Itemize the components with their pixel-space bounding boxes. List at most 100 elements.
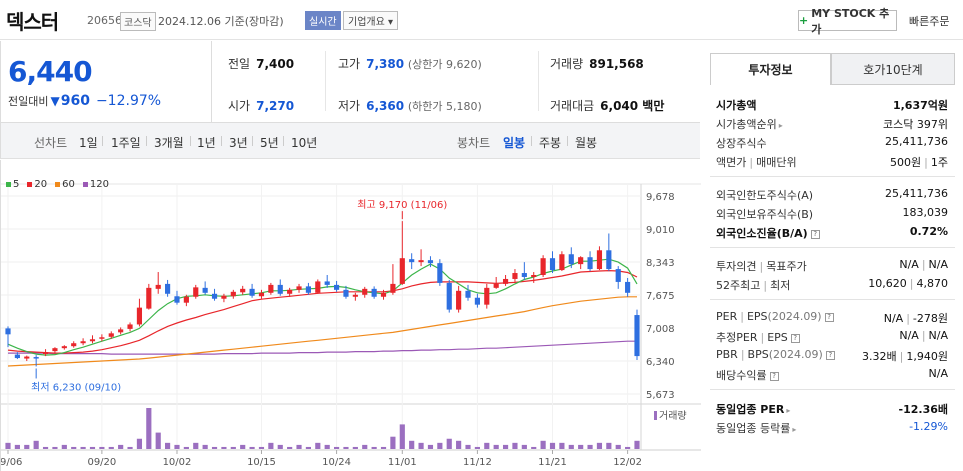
eps-label: EPS — [746, 310, 768, 323]
volume-bar — [80, 446, 86, 449]
volume-bar — [108, 446, 114, 449]
candle-body — [465, 290, 471, 298]
candle-body — [615, 269, 621, 282]
foreign-ratio-value: 0.72% — [909, 225, 948, 238]
legend-item: 120 — [82, 179, 109, 190]
line-chart-label: 선차트 — [34, 136, 68, 150]
help-icon[interactable]: ? — [824, 312, 834, 322]
quote-grid: 전일 7,400 고가 7,380 (상한가 9,620) 거래량 891,568 시… — [212, 41, 700, 123]
foreign-limit-row: 외국인한도주식수(A) 25,411,736 — [716, 187, 948, 203]
volume-bar — [446, 438, 452, 449]
shares-row: 상장주식수 25,411,736 — [716, 135, 948, 151]
volume-bar — [380, 446, 387, 449]
period-5y[interactable]: 5년 — [260, 134, 279, 151]
change-percent: −12.97% — [95, 93, 162, 109]
divider — [102, 136, 103, 146]
high-value: 7,380 — [366, 57, 405, 71]
volume-bar — [465, 444, 471, 449]
volume-bar — [99, 446, 105, 449]
period-weekly[interactable]: 주봉 — [539, 134, 561, 151]
volume-bar — [258, 446, 265, 449]
quick-order-link[interactable]: 빠른주문 — [909, 13, 949, 29]
est-per-value: N/A — [899, 329, 919, 342]
x-tick-label: 09/20 — [87, 457, 116, 468]
candle-body — [230, 291, 236, 297]
add-mystock-button[interactable]: + MY STOCK 추가 — [798, 7, 897, 36]
x-tick-label: 10/02 — [163, 457, 192, 468]
upper-limit-label: (상한가 — [407, 58, 443, 71]
est-eps-label: EPS — [767, 331, 788, 344]
market-cap-rank-row: 시가총액순위 ▸ 코스닥 397위 — [716, 116, 948, 132]
high-price: 고가 7,380 (상한가 9,620) — [338, 55, 482, 72]
div-label: 배당수익률 — [716, 369, 767, 382]
period-monthly[interactable]: 월봉 — [575, 134, 597, 151]
per-row: PER | EPS(2024.09)? N/A | -278원 — [716, 310, 948, 326]
candle-body — [371, 288, 377, 297]
help-icon[interactable]: ? — [790, 333, 800, 343]
candle-body — [559, 254, 565, 271]
legend-swatch — [82, 182, 88, 187]
help-icon[interactable]: ? — [769, 371, 779, 381]
volume-bar — [296, 444, 302, 449]
legend-swatch — [55, 182, 61, 187]
target-value: N/A — [928, 258, 948, 271]
chevron-right-icon: ▸ — [778, 121, 783, 130]
volume-bar — [399, 424, 405, 449]
as-of-date: 2024.12.06 기준(장마감) — [158, 15, 284, 28]
rank-label: 시가총액순위 — [716, 118, 777, 131]
period-3y[interactable]: 3년 — [229, 134, 248, 151]
stock-header: 덱스터 206560 코스닥 2024.12.06 기준(장마감) 실시간 기업… — [0, 0, 963, 40]
sector-change-row: 동일업종 등락률 ▸ -1.29% — [716, 420, 948, 436]
volume-bar — [437, 442, 443, 449]
amount-label: 거래대금 — [550, 99, 595, 113]
volume-bar — [165, 442, 171, 449]
help-icon[interactable]: ? — [825, 350, 835, 360]
market-cap-value: 1,637억원 — [892, 99, 948, 112]
volume-bar — [268, 442, 274, 449]
period-3m[interactable]: 3개월 — [154, 134, 184, 151]
y-tick-label: 6,340 — [646, 357, 675, 368]
period-1d[interactable]: 1일 — [79, 134, 98, 151]
period-1w[interactable]: 1주일 — [111, 134, 141, 151]
candle-body — [136, 307, 143, 325]
volume-bar — [174, 444, 180, 449]
candle-body — [446, 282, 452, 310]
period-1y[interactable]: 1년 — [197, 134, 216, 151]
realtime-button[interactable]: 실시간 — [305, 11, 341, 30]
divider — [710, 247, 955, 248]
candle-body — [305, 286, 311, 293]
volume-bar — [409, 440, 415, 449]
est-eps-value: N/A — [928, 329, 948, 342]
price-change: 전일대비 ▼ 960 −12.97% — [8, 93, 161, 109]
low-label: 저가 — [338, 99, 361, 113]
sector-per-value: -12.36배 — [898, 403, 948, 416]
market-cap-label: 시가총액 — [716, 99, 757, 112]
volume-bar — [202, 444, 208, 449]
candle-body — [521, 273, 527, 277]
period-10y[interactable]: 10년 — [291, 134, 317, 151]
w52-row: 52주최고 | 최저 10,620 | 4,870 — [716, 277, 948, 293]
company-overview-dropdown[interactable]: 기업개요 ▾ — [343, 11, 398, 30]
tab-invest-info[interactable]: 투자정보 — [710, 53, 831, 85]
legend-label: 60 — [62, 179, 75, 190]
candle-chart-label: 봉차트 — [457, 136, 491, 150]
par-label: 액면가 — [716, 156, 747, 169]
candle-body — [409, 259, 415, 263]
separator: | — [759, 260, 764, 273]
candle-body — [202, 287, 208, 293]
volume-bar — [24, 444, 30, 449]
candle-body — [587, 257, 593, 270]
invest-tabs: 투자정보 호가10단계 — [710, 53, 955, 85]
x-tick-label: 11/01 — [388, 457, 417, 468]
volume-bar — [390, 436, 396, 449]
volume-bar — [578, 444, 584, 449]
separator: | — [899, 350, 904, 363]
volume-bar — [287, 446, 293, 449]
period-daily[interactable]: 일봉 — [503, 134, 525, 151]
volume-bar — [456, 440, 462, 449]
volume-bar — [193, 442, 199, 449]
volume-bar — [42, 446, 49, 449]
volume-bar — [183, 446, 189, 449]
help-icon[interactable]: ? — [810, 229, 820, 239]
tab-order-book[interactable]: 호가10단계 — [831, 53, 955, 85]
